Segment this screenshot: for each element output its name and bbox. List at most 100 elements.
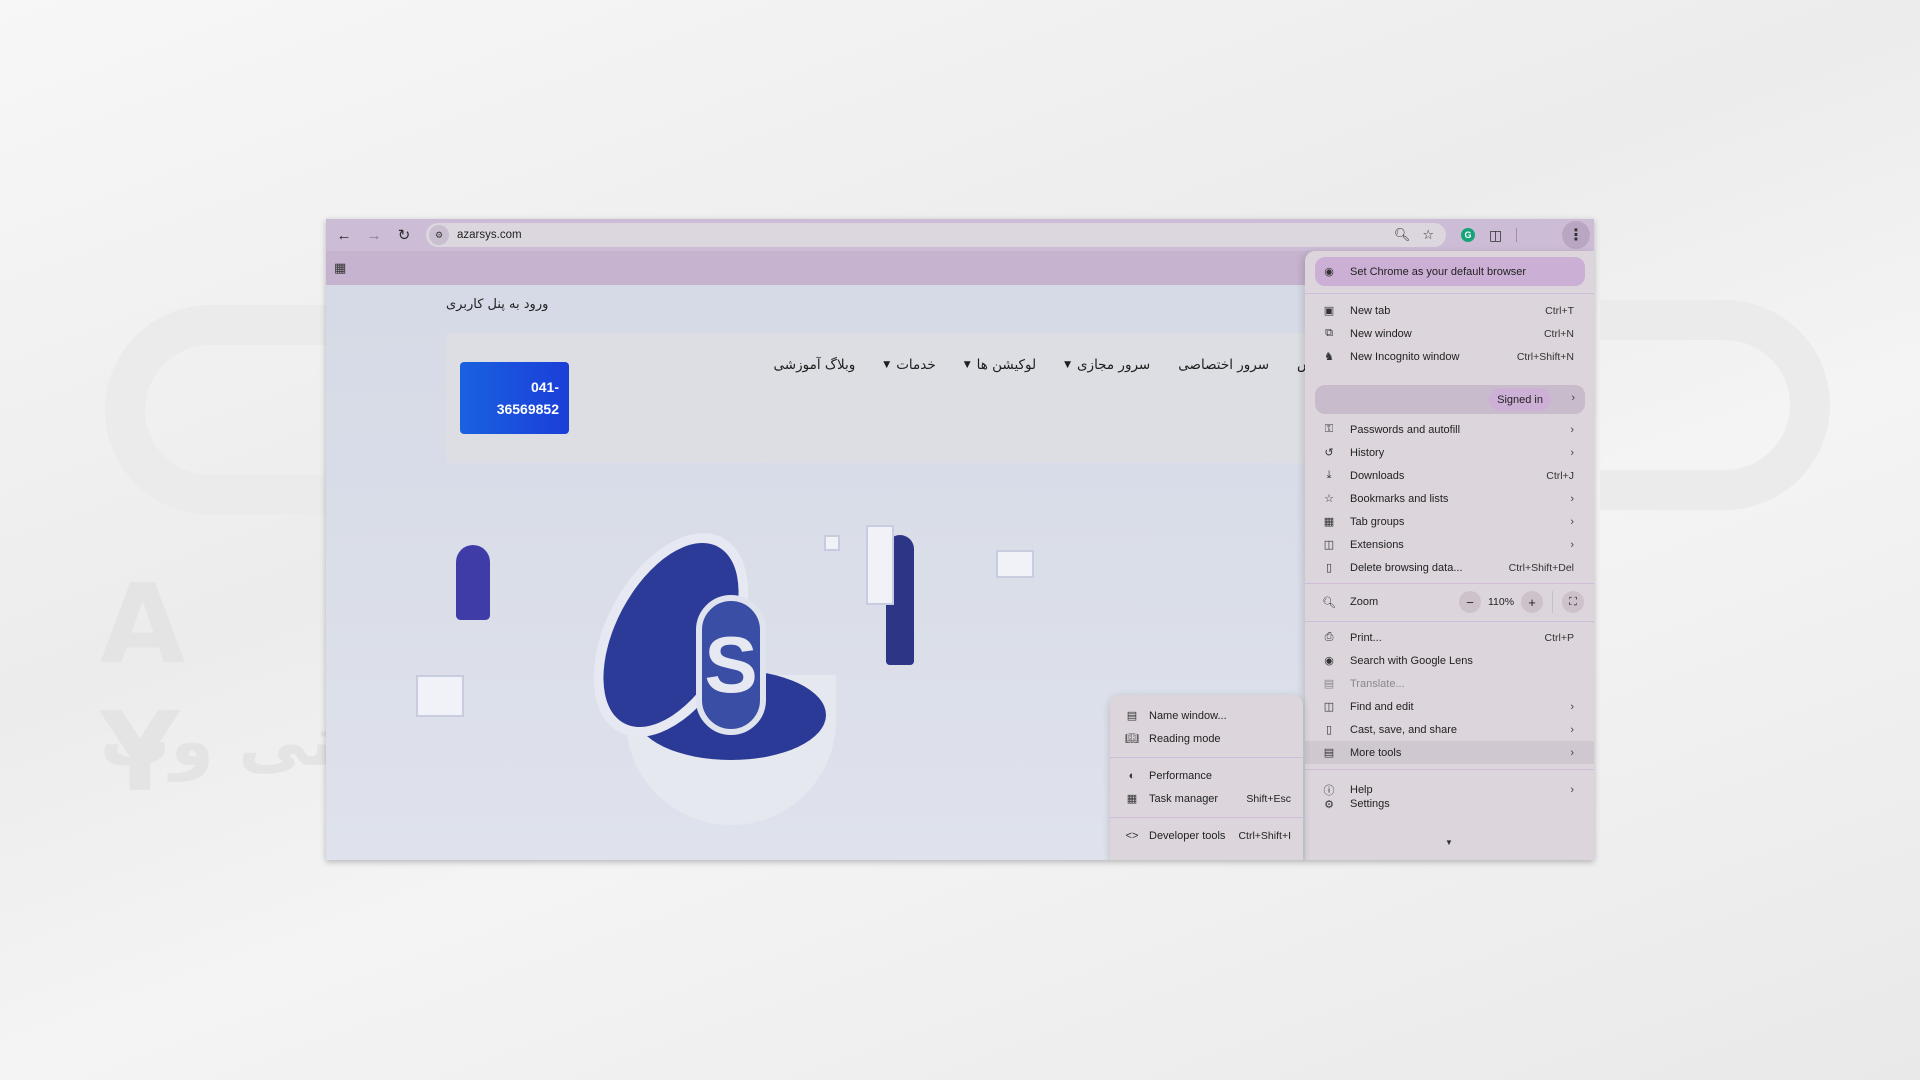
menu-item-new-tab[interactable]: ▣ New tab Ctrl+T [1305,299,1594,322]
extensions-icon: ◫ [1323,539,1335,551]
menu-item-cast-save-share[interactable]: ▯ Cast, save, and share › [1305,718,1594,741]
arrow-right-icon: → [366,226,382,244]
back-button[interactable]: ← [330,221,358,249]
menu-item-more-tools[interactable]: ▤ More tools › [1305,741,1594,764]
url-text[interactable]: azarsys.com [457,229,522,241]
nav-dedicated-server[interactable]: سرور اختصاصی [1178,357,1269,373]
window-icon: ▤ [1126,710,1138,722]
phone-line-2: 36569852 [496,401,559,417]
menu-item-settings[interactable]: ⚙ Settings [1305,797,1594,811]
google-lens-icon: ◉ [1324,655,1334,667]
menu-item-extensions[interactable]: ◫ Extensions › [1305,533,1594,556]
azarsys-s-logo: S [696,595,766,735]
chrome-logo-icon: ◉ [1324,266,1334,278]
chevron-right-icon: › [1570,700,1574,713]
submenu-divider [1110,757,1303,758]
menu-item-delete-browsing-data[interactable]: ▯ Delete browsing data... Ctrl+Shift+Del [1305,556,1594,579]
toolbox-icon: ▤ [1323,747,1335,759]
chrome-main-menu: ◉ Set Chrome as your default browser ▣ N… [1305,251,1594,860]
chevron-right-icon: › [1571,392,1575,404]
nav-services[interactable]: خدمات ▼ [883,357,935,373]
submenu-item-reading-mode[interactable]: 📖︎ Reading mode [1110,727,1303,750]
chrome-menu-button[interactable]: ⋮ [1562,221,1590,249]
reload-button[interactable]: ↻ [390,221,418,249]
submenu-item-performance[interactable]: ◐ Performance [1110,764,1303,787]
chevron-right-icon: › [1570,783,1574,796]
nav-blog[interactable]: وبلاگ آموزشی [774,357,856,373]
phone-line-1: 041- [530,379,559,395]
address-bar[interactable]: ⚙ azarsys.com 🔍︎ ☆ [426,223,1446,247]
watermark-logo-right [1600,300,1830,510]
bookmark-star-icon[interactable]: ☆ [1422,227,1434,243]
menu-divider [1305,293,1594,294]
forward-button[interactable]: → [360,221,388,249]
zoom-out-button[interactable]: − [1459,591,1481,613]
arrow-left-icon: ← [336,226,352,244]
fullscreen-icon: ⛶ [1569,595,1577,608]
cast-icon: ▯ [1325,724,1333,736]
zoom-in-button[interactable]: + [1521,591,1543,613]
caret-down-icon: ▼ [883,360,891,370]
browser-window: ← → ↻ ⚙ azarsys.com 🔍︎ ☆ G ◫ ⋮ ▦ ورود به… [326,219,1594,860]
menu-item-history[interactable]: ↺ History › [1305,441,1594,464]
menu-item-print[interactable]: ⎙ Print... Ctrl+P [1305,626,1594,649]
tab-groups-icon: ▦ [1323,516,1335,528]
nav-locations[interactable]: لوکیشن ها ▼ [964,357,1036,373]
server-cube-illustration [996,550,1034,578]
tune-icon: ⚙ [434,229,444,240]
incognito-icon: ♞ [1324,351,1334,363]
menu-item-new-incognito[interactable]: ♞ New Incognito window Ctrl+Shift+N [1305,345,1594,368]
small-cube-illustration [824,535,840,551]
find-icon: ◫ [1323,701,1335,713]
zoom-level: 110% [1487,596,1515,608]
download-icon: ⤓ [1326,469,1332,481]
submenu-item-name-window[interactable]: ▤ Name window... [1110,704,1303,727]
login-panel-link[interactable]: ورود به پنل کاربری [446,297,548,312]
site-info-button[interactable]: ⚙ [429,225,449,245]
chevron-right-icon: › [1570,723,1574,736]
menu-item-google-lens[interactable]: ◉ Search with Google Lens [1305,649,1594,672]
code-icon: <> [1125,829,1139,842]
caret-down-icon: ▼ [1064,360,1071,370]
menu-item-passwords[interactable]: ⚿ Passwords and autofill › [1305,418,1594,441]
chevron-right-icon: › [1570,538,1574,551]
menu-item-tab-groups[interactable]: ▦ Tab groups › [1305,510,1594,533]
menu-item-downloads[interactable]: ⤓ Downloads Ctrl+J [1305,464,1594,487]
apps-grid-icon[interactable]: ▦ [334,260,346,276]
site-nav: هاست لینوکس سرور اختصاصی سرور مجازی▼ لوک… [774,357,1380,373]
menu-item-bookmarks[interactable]: ☆ Bookmarks and lists › [1305,487,1594,510]
chevron-right-icon: › [1570,746,1574,759]
translate-icon: ▤ [1323,678,1335,690]
chevron-right-icon: › [1570,492,1574,505]
menu-item-translate: ▤ Translate... [1323,677,1405,691]
nav-vps[interactable]: سرور مجازی ▼ [1064,357,1150,373]
submenu-item-developer-tools[interactable]: <> Developer tools Ctrl+Shift+I [1110,824,1303,847]
more-tools-submenu: ▤ Name window... 📖︎ Reading mode ◐ Perfo… [1110,695,1303,860]
submenu-item-task-manager[interactable]: ▦ Task manager Shift+Esc [1110,787,1303,810]
fullscreen-button[interactable]: ⛶ [1562,591,1584,613]
history-icon: ↺ [1324,447,1334,459]
menu-scroll-down-icon[interactable]: ▼ [1445,838,1453,847]
chevron-right-icon: › [1570,446,1574,459]
new-tab-icon: ▣ [1323,305,1335,317]
task-manager-icon: ▦ [1126,793,1138,805]
chip-cube-illustration [416,675,464,717]
help-icon: ⓘ [1323,784,1335,797]
chevron-right-icon: › [1570,515,1574,528]
extensions-icon[interactable]: ◫ [1489,227,1502,244]
menu-divider [1305,583,1594,584]
zoom-icon: 🔍︎ [1322,596,1336,609]
person-with-laptop-illustration [456,545,490,620]
reload-icon: ↻ [397,227,411,244]
set-default-browser-button[interactable]: ◉ Set Chrome as your default browser [1315,257,1585,286]
grammarly-extension-icon[interactable]: G [1461,228,1475,242]
menu-item-new-window[interactable]: ⧉ New window Ctrl+N [1305,322,1594,345]
toolbar-separator [1516,228,1518,242]
zoom-icon[interactable]: 🔍︎ [1394,227,1411,243]
menu-item-find-and-edit[interactable]: ◫ Find and edit › [1305,695,1594,718]
print-icon: ⎙ [1324,631,1334,643]
star-icon: ☆ [1324,493,1334,505]
profile-signed-in-row[interactable]: Signed in › [1315,385,1585,414]
phone-button[interactable]: 041- 36569852 [460,362,569,434]
key-icon: ⚿ [1324,423,1334,435]
